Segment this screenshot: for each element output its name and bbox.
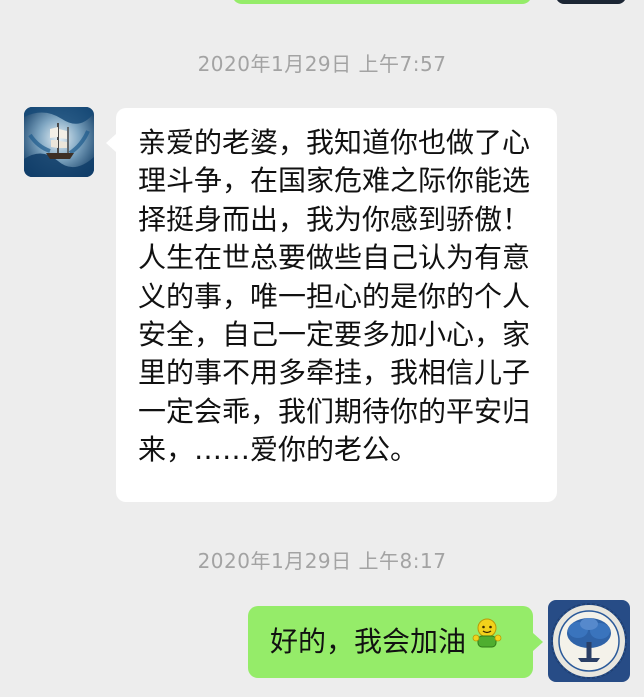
message-text: 好的，我会加油 [270,625,467,658]
outgoing-message-bubble[interactable]: 好的，我会加油 [248,604,543,678]
chat-window: 2020年1月29日 上午7:57 亲爱的老婆，我知道你也做了心理斗争，在国家危… [0,0,644,697]
message-timestamp: 2020年1月29日 上午7:57 [197,52,447,76]
previous-outgoing-bubble[interactable] [232,0,532,4]
message-timestamp: 2020年1月29日 上午8:17 [197,549,447,573]
tree-badge-avatar-icon[interactable] [548,600,630,682]
message-text: 亲爱的老婆，我知道你也做了心理斗争，在国家危难之际你能选择挺身而出，我为你感到骄… [138,126,531,467]
previous-avatar[interactable] [556,0,626,4]
sailboat-avatar-icon[interactable] [24,107,94,177]
incoming-message-bubble[interactable]: 亲爱的老婆，我知道你也做了心理斗争，在国家危难之际你能选择挺身而出，我为你感到骄… [106,108,557,502]
cheer-emoji-icon [472,604,502,676]
